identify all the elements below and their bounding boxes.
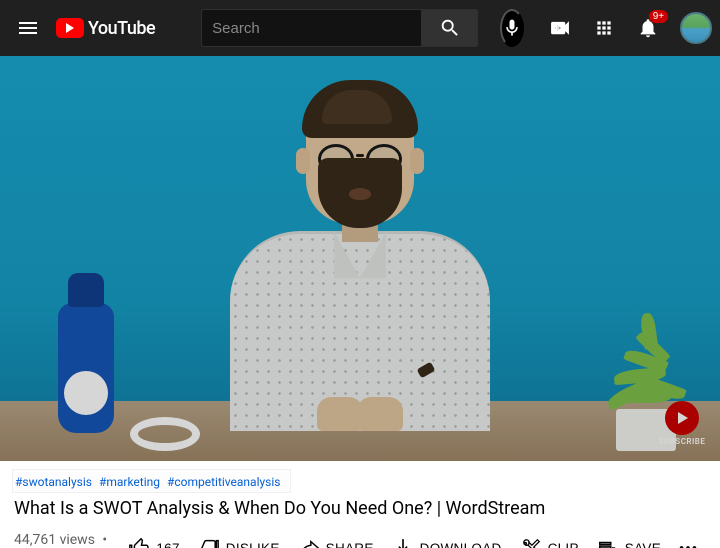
hashtag-link[interactable]: #swotanalysis [15,475,92,489]
search-button[interactable] [422,9,478,47]
voice-search-button[interactable] [500,9,524,47]
thumbs-up-icon [128,537,150,548]
video-meta-row: 44,761 views • Feb 17, 2020 167 DISLIKE … [14,530,706,548]
share-button[interactable]: SHARE [289,530,383,548]
youtube-logo-text: YouTube [88,18,155,39]
separator-dot: • [102,532,107,548]
create-icon [549,17,571,39]
video-prop-plant [600,321,690,411]
top-header: YouTube 9+ [0,0,720,56]
hashtag-link[interactable]: #competitiveanalysis [167,475,281,489]
video-actions: 167 DISLIKE SHARE DOWNLOAD CLIP SAVE [119,530,706,548]
video-presenter [230,231,490,431]
video-player[interactable]: SUBSCRIBE [0,56,720,461]
video-prop-bottle [58,303,114,433]
video-prop-cup [130,417,200,451]
view-count: 44,761 views [14,532,95,548]
scissors-icon [520,537,542,548]
clip-label: CLIP [548,541,579,548]
apps-grid-icon [594,18,614,38]
like-count: 167 [156,541,179,548]
search-input[interactable] [201,9,422,47]
like-button[interactable]: 167 [119,530,188,548]
apps-button[interactable] [584,8,624,48]
hashtags-highlight: #swotanalysis #marketing #competitiveana… [12,469,291,493]
youtube-play-icon [56,18,84,38]
dislike-button[interactable]: DISLIKE [189,530,289,548]
video-subscribe-watermark[interactable]: SUBSCRIBE [652,401,712,443]
hashtag-link[interactable]: #marketing [99,475,160,489]
download-label: DOWNLOAD [420,541,502,548]
notification-badge: 9+ [649,10,668,23]
video-hashtags: #swotanalysis #marketing #competitiveana… [15,475,284,489]
account-avatar[interactable] [680,12,712,44]
video-stats: 44,761 views • Feb 17, 2020 [14,532,119,548]
thumbs-down-icon [198,537,220,548]
share-icon [298,537,320,548]
playlist-add-icon [597,537,619,548]
microphone-icon [502,18,522,38]
dislike-label: DISLIKE [226,541,280,548]
menu-icon[interactable] [16,8,40,48]
search-form [201,9,478,47]
save-label: SAVE [625,541,661,548]
search-icon [439,17,461,39]
video-info-section: #swotanalysis #marketing #competitiveana… [0,461,720,548]
download-icon [392,537,414,548]
download-button[interactable]: DOWNLOAD [383,530,511,548]
more-actions-button[interactable] [670,530,706,548]
share-label: SHARE [326,541,374,548]
youtube-logo[interactable]: YouTube [56,18,155,39]
video-title: What Is a SWOT Analysis & When Do You Ne… [14,497,706,520]
notifications-button[interactable]: 9+ [628,8,668,48]
more-horizontal-icon [677,537,699,548]
save-button[interactable]: SAVE [588,530,670,548]
clip-button[interactable]: CLIP [511,530,588,548]
create-button[interactable] [540,8,580,48]
play-icon [665,401,699,435]
header-right-icons: 9+ [540,8,712,48]
subscribe-watermark-label: SUBSCRIBE [652,437,712,446]
